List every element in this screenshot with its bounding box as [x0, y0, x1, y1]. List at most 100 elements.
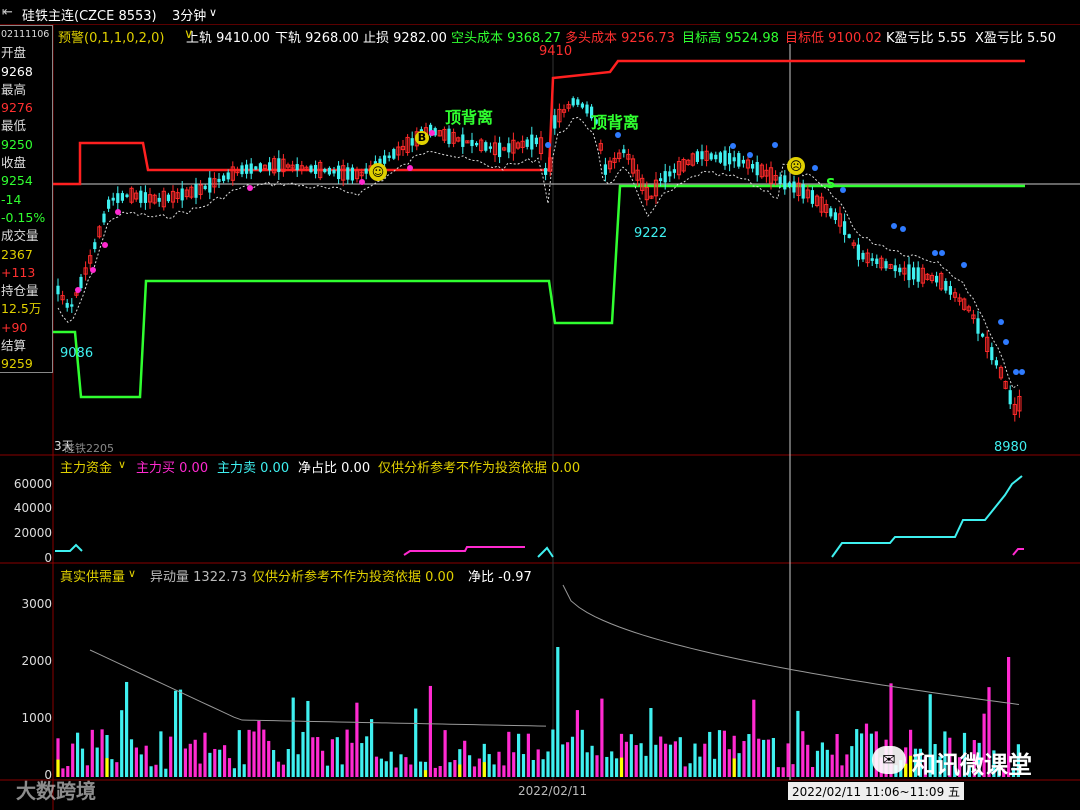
volume-bar	[600, 698, 604, 777]
y-tick: 20000	[13, 526, 52, 540]
candle-down	[364, 168, 368, 174]
volume-bar	[169, 736, 173, 777]
candle-down	[258, 163, 262, 172]
candle-down	[875, 258, 879, 264]
candle-down	[240, 165, 244, 175]
signal-dot	[840, 187, 846, 193]
candle-down	[893, 265, 897, 272]
signal-dot	[90, 267, 96, 273]
volume-bar	[360, 743, 364, 777]
volume-bar	[644, 755, 648, 777]
chevron-down-icon[interactable]: ∨	[128, 567, 136, 580]
candle-down	[916, 267, 920, 282]
signal-dot	[812, 165, 818, 171]
net-ratio-value: -0.97	[498, 570, 532, 585]
candle-down	[323, 169, 327, 173]
candle-down	[990, 347, 994, 361]
candle-down	[125, 194, 129, 197]
low-label: 最低	[1, 118, 27, 134]
candle-down	[792, 181, 796, 193]
sell-label: 主力卖	[217, 461, 257, 476]
volume-bar	[174, 690, 178, 777]
volume-bar	[208, 752, 212, 777]
volume-bar	[355, 702, 359, 777]
volume-bar	[570, 736, 575, 777]
volume-bar	[95, 747, 99, 777]
candle-down	[718, 152, 722, 163]
candle-down	[387, 155, 391, 158]
volume-bar	[703, 743, 707, 777]
volume-bar	[717, 730, 722, 777]
volume-bar	[541, 759, 545, 777]
volume-bar	[492, 764, 496, 777]
volume-bar	[693, 743, 697, 777]
volume-bar	[815, 750, 820, 777]
volume-bar	[213, 748, 217, 777]
volume-bar	[100, 729, 104, 777]
volume-bar	[149, 766, 153, 777]
signal-dot	[998, 319, 1004, 325]
volume-bar	[281, 764, 285, 777]
volume-bar	[664, 743, 668, 777]
volume-bar	[374, 756, 379, 777]
volume-bar	[737, 753, 741, 777]
candle-down	[277, 158, 281, 173]
volume-label: 成交量	[1, 228, 39, 244]
signal-dot	[730, 143, 736, 149]
candle-down	[580, 103, 584, 108]
volume-bar	[120, 710, 124, 777]
signal-dot	[747, 152, 753, 158]
volume-bar	[330, 739, 334, 777]
candle-down	[981, 333, 985, 337]
candle-down	[194, 184, 198, 198]
volume-bar	[845, 754, 849, 777]
wechat-icon: ✉	[872, 746, 906, 774]
oi-value: 12.5万	[1, 301, 42, 317]
volume-bar	[463, 740, 467, 777]
panel-name[interactable]: 主力资金	[60, 457, 112, 476]
volume-bar	[512, 752, 516, 777]
volume-bar	[590, 745, 594, 777]
volume-bar	[203, 732, 207, 777]
neutral-face-icon: ☹	[787, 157, 805, 175]
volume-bar	[335, 737, 339, 777]
volume-bar	[428, 685, 432, 777]
volume-bar	[713, 758, 717, 777]
volume-bar	[781, 767, 785, 777]
candle-down	[544, 168, 548, 175]
high-label: 最高	[1, 81, 27, 97]
volume-bar	[820, 742, 824, 777]
chevron-down-icon[interactable]: ∨	[118, 458, 126, 471]
candle-down	[530, 134, 534, 150]
volume-bar	[477, 758, 481, 777]
volume-bar	[634, 745, 638, 777]
volume-bar	[698, 756, 702, 777]
volume-bar	[134, 747, 138, 777]
volume-bar	[497, 751, 501, 777]
volume-bar	[708, 731, 712, 777]
candle-down	[245, 164, 249, 174]
volume-bar	[639, 743, 643, 777]
volume-change-value: +113	[1, 264, 36, 280]
volume-bar	[830, 754, 834, 777]
candle-down	[787, 182, 791, 187]
volume-bar	[311, 737, 315, 777]
volume-bar	[272, 750, 276, 777]
candle-down	[659, 178, 663, 182]
volume-bar	[389, 751, 393, 777]
volume-bar	[404, 757, 408, 777]
price-chart[interactable]	[0, 0, 1080, 810]
volume-bar	[806, 744, 810, 777]
candle-down	[944, 281, 948, 291]
bar-date: 02111106	[1, 29, 50, 40]
candle-down	[603, 164, 607, 175]
volume-bar	[659, 736, 663, 777]
candle-down	[488, 146, 492, 149]
volume-bar	[561, 744, 565, 777]
volume-bar	[296, 754, 300, 777]
close-label: 收盘	[1, 155, 27, 171]
panel-name[interactable]: 真实供需量	[60, 566, 125, 585]
disclaimer-note: 仅供分析参考不作为投资依据	[378, 461, 548, 476]
volume-bar	[654, 744, 658, 777]
y-tick: 60000	[13, 477, 52, 491]
